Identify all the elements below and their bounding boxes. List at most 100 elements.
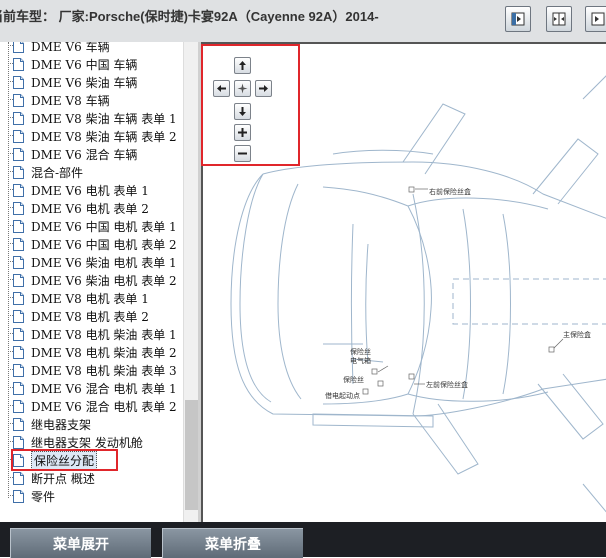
label-fuse-2: 保险丝 [343, 375, 364, 384]
selection-highlight [11, 449, 118, 471]
document-icon [13, 165, 24, 179]
tree-item[interactable]: DME V6 电机 表单 1 [8, 181, 149, 199]
center-icon [237, 83, 248, 94]
zoom-in-button[interactable] [234, 124, 251, 141]
tree-item[interactable]: DME V6 柴油 车辆 [8, 73, 137, 91]
tree-item[interactable]: DME V8 电机 表单 1 [8, 289, 149, 307]
tree-item-label: 零件 [31, 489, 56, 504]
panel-left-button[interactable] [505, 6, 531, 32]
label-fuse: 保险丝 [350, 347, 371, 356]
tree-item[interactable]: DME V8 车辆 [8, 91, 110, 109]
document-icon [13, 273, 24, 287]
document-icon [13, 255, 24, 269]
split-view-button[interactable] [546, 6, 572, 32]
tree-item[interactable]: DME V6 柴油 电机 表单 2 [8, 271, 177, 289]
document-icon [13, 111, 24, 125]
tree-item[interactable]: 混合-部件 [8, 163, 83, 181]
document-icon [13, 93, 24, 107]
document-icon [13, 363, 24, 377]
tree-item[interactable]: DME V6 混合 电机 表单 2 [8, 397, 177, 415]
tree-scrollbar[interactable] [183, 42, 198, 522]
split-view-icon [552, 12, 566, 26]
tree-item-label: DME V6 车辆 [31, 42, 110, 54]
document-icon [13, 75, 24, 89]
tree-item[interactable]: 零件 [8, 487, 55, 505]
document-icon [13, 471, 24, 485]
tree-item[interactable]: DME V6 车辆 [8, 42, 110, 55]
label-jump-start-point: 借电起动点 [325, 391, 360, 400]
label-electric-box: 电气箱 [350, 356, 371, 365]
tree-item-label: DME V8 电机 表单 1 [31, 291, 149, 306]
document-icon [13, 381, 24, 395]
pan-up-button[interactable] [234, 57, 251, 74]
tree-item-label: DME V6 柴油 车辆 [31, 75, 138, 90]
tree-item[interactable]: DME V8 电机 柴油 表单 1 [8, 325, 177, 343]
document-icon [13, 291, 24, 305]
tree-item[interactable]: DME V8 柴油 车辆 表单 2 [8, 127, 177, 145]
document-icon [13, 489, 24, 503]
document-icon [13, 219, 24, 233]
tree-item-label: DME V6 中国 电机 表单 2 [31, 237, 177, 252]
panel-left-icon [511, 12, 525, 26]
tree-item[interactable]: DME V8 柴油 车辆 表单 1 [8, 109, 177, 127]
tree-item[interactable]: DME V6 柴油 电机 表单 1 [8, 253, 177, 271]
tree-item-label: DME V8 电机 柴油 表单 3 [31, 363, 177, 378]
tree-item[interactable]: 断开点 概述 [8, 469, 95, 487]
tree-item[interactable]: DME V8 电机 柴油 表单 2 [8, 343, 177, 361]
tree-item-label: DME V8 柴油 车辆 表单 1 [31, 111, 177, 126]
tree-item[interactable]: DME V8 电机 柴油 表单 3 [8, 361, 177, 379]
document-icon [13, 42, 24, 53]
vehicle-title: 当前车型： 厂家:Porsche(保时捷)卡宴92A（Cayenne 92A）2… [0, 9, 379, 24]
pan-right-button[interactable] [255, 80, 272, 97]
expand-menu-button[interactable]: 菜单展开 [10, 528, 151, 558]
bottom-bar: 菜单展开 菜单折叠 [0, 522, 606, 558]
tree-item-label: DME V8 柴油 车辆 表单 2 [31, 129, 177, 144]
document-icon [13, 57, 24, 71]
panel-right-button[interactable] [585, 6, 606, 32]
pan-down-button[interactable] [234, 103, 251, 120]
pan-left-button[interactable] [213, 80, 230, 97]
center-button[interactable] [234, 80, 251, 97]
arrow-down-icon [239, 107, 246, 116]
document-icon [13, 435, 24, 449]
tree-item-label: DME V8 电机 柴油 表单 2 [31, 345, 177, 360]
tree-item-label: DME V8 车辆 [31, 93, 110, 108]
document-icon [13, 417, 24, 431]
document-icon [13, 129, 24, 143]
plus-icon [238, 128, 247, 137]
tree-item[interactable]: DME V8 电机 表单 2 [8, 307, 149, 325]
tree-item-label: DME V6 柴油 电机 表单 2 [31, 273, 177, 288]
document-icon [13, 201, 24, 215]
scrollbar-thumb[interactable] [185, 400, 198, 510]
tree-item-label: DME V8 电机 柴油 表单 1 [31, 327, 177, 342]
tree-item[interactable]: DME V6 混合 电机 表单 1 [8, 379, 177, 397]
document-icon [13, 237, 24, 251]
collapse-menu-button[interactable]: 菜单折叠 [162, 528, 303, 558]
tree-item-label: 混合-部件 [31, 165, 84, 180]
panel-right-icon [591, 12, 605, 26]
document-icon [13, 327, 24, 341]
document-icon [13, 399, 24, 413]
tree-item[interactable]: 继电器支架 [8, 415, 91, 433]
document-icon [13, 147, 24, 161]
arrow-left-icon [217, 85, 226, 92]
tree-item-label: DME V8 电机 表单 2 [31, 309, 149, 324]
zoom-out-button[interactable] [234, 145, 251, 162]
top-bar: 当前车型： 厂家:Porsche(保时捷)卡宴92A（Cayenne 92A）2… [0, 0, 606, 43]
tree-item-label: DME V6 中国 车辆 [31, 57, 138, 72]
navigation-controls [201, 44, 300, 166]
tree-item-label: 继电器支架 发动机舱 [31, 435, 143, 450]
tree-item[interactable]: DME V6 中国 车辆 [8, 55, 137, 73]
arrow-right-icon [259, 85, 268, 92]
tree-item-label: DME V6 混合 车辆 [31, 147, 138, 162]
tree-item-label: 继电器支架 [31, 417, 92, 432]
document-icon [13, 309, 24, 323]
label-main-fuse-box: 主保险盒 [563, 330, 591, 339]
tree-item[interactable]: DME V6 中国 电机 表单 2 [8, 235, 177, 253]
tree-item-label: DME V6 柴油 电机 表单 1 [31, 255, 177, 270]
minus-icon [238, 152, 247, 155]
arrow-up-icon [239, 61, 246, 70]
tree-item[interactable]: DME V6 中国 电机 表单 1 [8, 217, 177, 235]
tree-item[interactable]: DME V6 混合 车辆 [8, 145, 137, 163]
tree-item[interactable]: DME V6 电机 表单 2 [8, 199, 149, 217]
